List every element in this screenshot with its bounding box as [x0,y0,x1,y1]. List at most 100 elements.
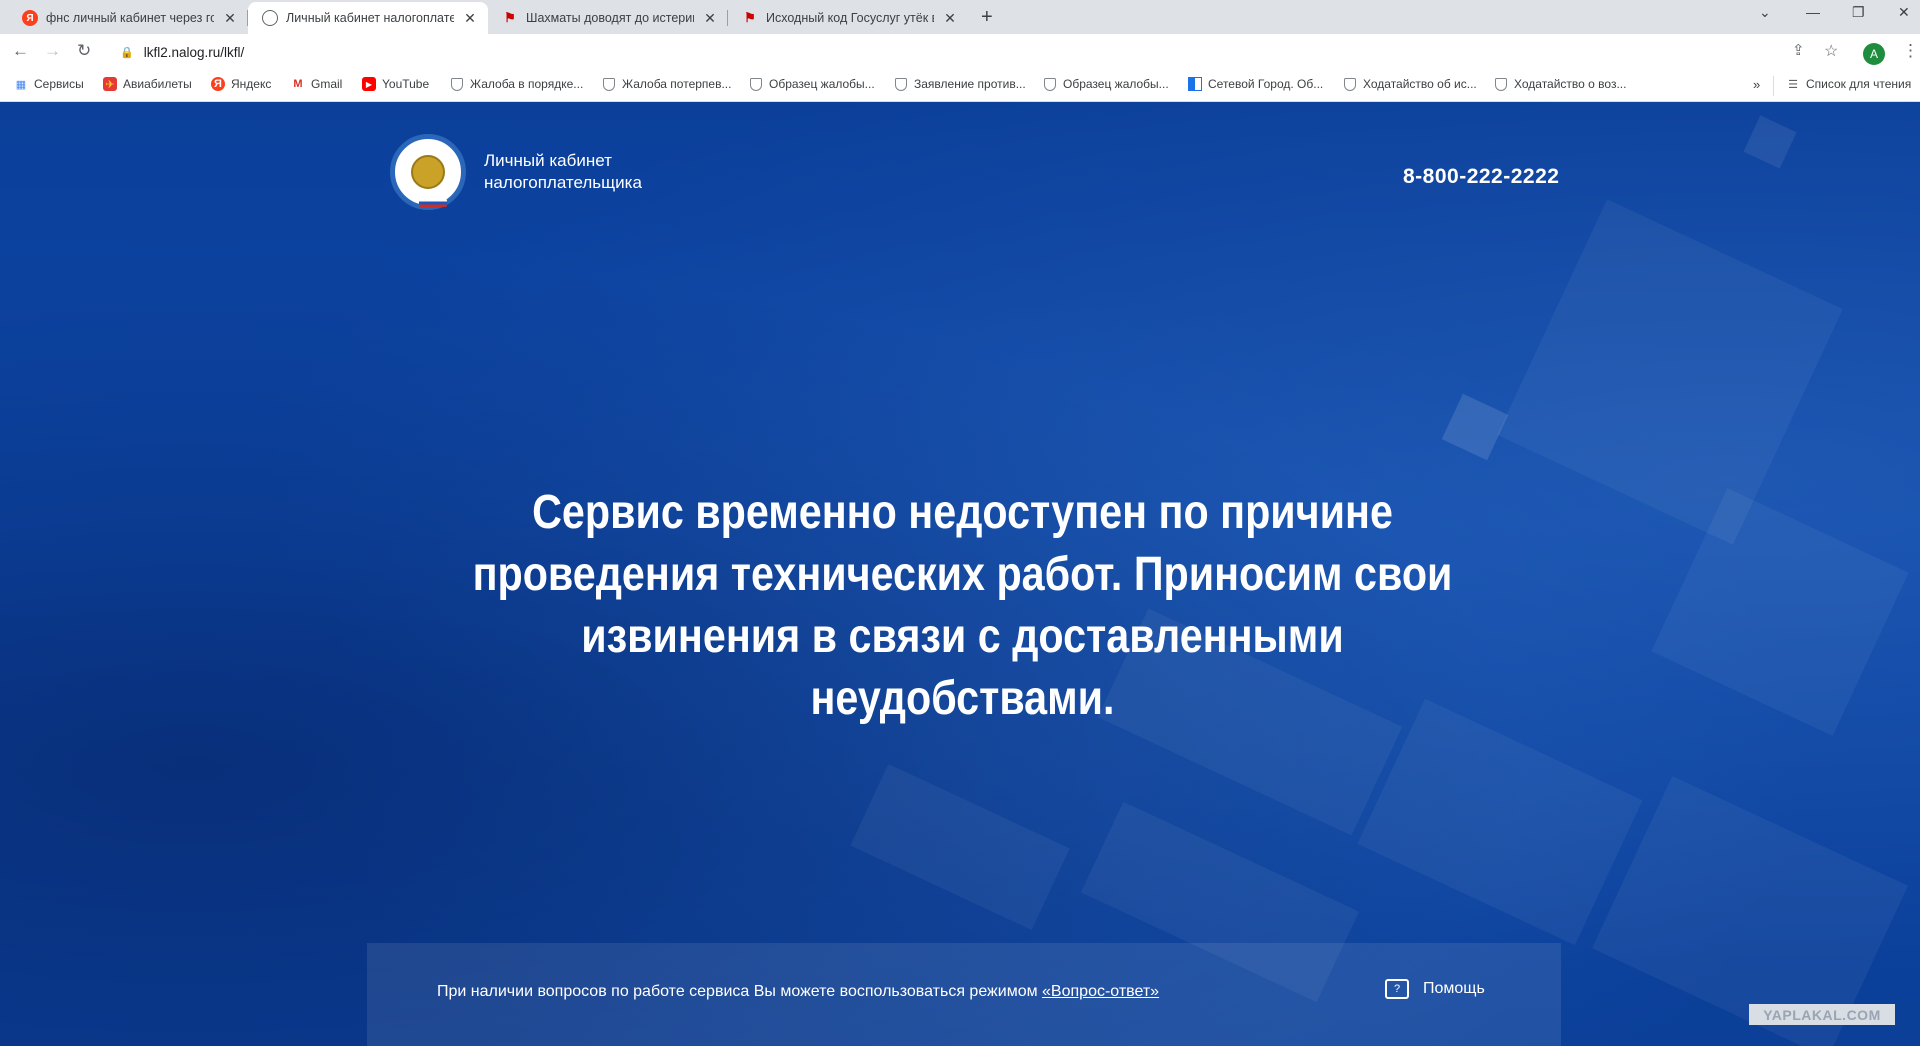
globe-icon [262,10,278,26]
menu-kebab-icon[interactable]: ⋮ [1902,41,1919,61]
close-icon[interactable]: ✕ [942,10,958,27]
tab-search-icon[interactable]: ⌄ [1759,4,1771,21]
bookmark-star-icon[interactable]: ☆ [1824,41,1838,61]
close-icon[interactable]: ✕ [222,10,238,27]
yandex-icon: Я [22,10,38,26]
background-decoration [1357,698,1643,946]
bookmark-youtube[interactable]: ▶ YouTube [362,77,429,91]
help-chat-icon: ? [1385,979,1409,999]
bookmark-label: Жалоба в порядке... [470,77,584,91]
help-button[interactable]: ? Помощь [1385,979,1485,999]
bookmark-label: Ходатайство об ис... [1363,77,1477,91]
more-bookmarks-icon[interactable]: » [1753,77,1760,92]
bookmark-sample-1[interactable]: Образец жалобы... [749,77,875,91]
bookmark-label: Образец жалобы... [1063,77,1169,91]
tab-fns-search[interactable]: Я фнс личный кабинет через госуслуги ✕ [8,2,248,34]
background-decoration [850,763,1070,931]
bookmarks-divider [1773,76,1774,96]
footer-text-body: При наличии вопросов по работе сервиса В… [437,983,1043,1000]
shield-icon [1494,77,1508,91]
new-tab-icon[interactable]: + [981,6,993,29]
bookmark-petition-1[interactable]: Ходатайство об ис... [1343,77,1477,91]
bookmark-services[interactable]: ▦ Сервисы [14,77,84,91]
tickets-icon: ✈ [103,77,117,91]
hotline-phone[interactable]: 8-800-222-2222 [1403,165,1559,189]
tab-nalog-cabinet[interactable]: Личный кабинет налогоплательщика ✕ [248,2,488,34]
browser-toolbar: ← → ↻ 🔒 lkfl2.nalog.ru/lkfl/ ⇪ ☆ A ⋮ [0,34,1920,71]
bookmark-label: YouTube [382,77,430,91]
bookmark-label: Образец жалобы... [769,77,875,91]
bookmarks-bar: ▦ Сервисы ✈ Авиабилеты Я Яндекс M Gmail … [0,70,1920,102]
minimize-icon[interactable]: — [1806,4,1820,20]
help-label: Помощь [1423,980,1485,997]
bookmark-label: Сервисы [34,77,84,91]
fns-emblem-icon [390,134,466,210]
yaplakal-icon: ⚑ [744,10,756,25]
tab-title: фнс личный кабинет через госуслуги [46,11,214,25]
bookmark-statement[interactable]: Заявление против... [894,77,1026,91]
russian-flag-ribbon [419,199,447,207]
restore-icon[interactable]: ❐ [1852,4,1865,21]
youtube-icon: ▶ [362,77,376,91]
bookmark-yandex[interactable]: Я Яндекс [211,77,271,91]
shield-icon [1043,77,1057,91]
shield-icon [450,77,464,91]
reading-list-button[interactable]: ☰ Список для чтения [1786,77,1911,91]
back-icon[interactable]: ← [12,41,29,61]
bookmark-label: Заявление против... [914,77,1026,91]
tab-title: Шахматы доводят до истерики [526,11,694,25]
tab-title: Личный кабинет налогоплательщика [286,11,454,25]
tab-title: Исходный код Госуслуг утёк в сеть [766,11,934,25]
tab-gosuslugi-leak[interactable]: ⚑ Исходный код Госуслуг утёк в сеть ✕ [728,2,968,34]
shield-icon [602,77,616,91]
bookmark-label: Жалоба потерпев... [622,77,732,91]
bookmark-complaint-2[interactable]: Жалоба потерпев... [602,77,731,91]
logo-line-2: налогоплательщика [484,173,642,192]
close-icon[interactable]: ✕ [462,10,478,27]
background-decoration [1743,115,1797,169]
bookmark-label: Сетевой Город. Об... [1208,77,1324,91]
yaplakal-icon: ⚑ [504,10,516,25]
site-logo[interactable]: Личный кабинет налогоплательщика [390,134,642,210]
reading-list-label: Список для чтения [1806,77,1912,91]
eagle-emblem [411,155,445,189]
lock-icon: 🔒 [120,46,134,59]
address-bar[interactable]: 🔒 lkfl2.nalog.ru/lkfl/ [108,38,1788,66]
share-icon[interactable]: ⇪ [1792,41,1805,59]
bookmark-label: Авиабилеты [123,77,192,91]
bookmark-school-network[interactable]: Сетевой Город. Об... [1188,77,1323,91]
background-decoration [1441,393,1509,461]
background-decoration [1497,199,1843,545]
bookmark-label: Ходатайство о воз... [1514,77,1627,91]
profile-avatar[interactable]: A [1863,43,1885,65]
maintenance-message: Сервис временно недоступен по причине пр… [472,486,1453,725]
bookmark-complaint-1[interactable]: Жалоба в порядке... [450,77,583,91]
footer-text: При наличии вопросов по работе сервиса В… [437,983,1159,1001]
background-decoration [1651,488,1909,736]
close-window-icon[interactable]: ✕ [1898,4,1910,21]
apps-grid-icon: ▦ [15,78,27,91]
close-icon[interactable]: ✕ [702,10,718,27]
school-icon [1188,77,1202,91]
shield-icon [749,77,763,91]
bookmark-petition-2[interactable]: Ходатайство о воз... [1494,77,1626,91]
page-content: Личный кабинет налогоплательщика 8-800-2… [0,102,1920,1046]
bookmark-label: Яндекс [231,77,272,91]
shield-icon [1343,77,1357,91]
shield-icon [894,77,908,91]
gmail-icon: M [293,78,303,90]
bookmark-tickets[interactable]: ✈ Авиабилеты [103,77,192,91]
reload-icon[interactable]: ↻ [77,41,91,61]
address-bar-url[interactable]: lkfl2.nalog.ru/lkfl/ [144,45,245,60]
bookmark-sample-2[interactable]: Образец жалобы... [1043,77,1169,91]
bookmark-label: Gmail [311,77,343,91]
browser-tab-strip: Я фнс личный кабинет через госуслуги ✕ Л… [0,0,1920,34]
logo-line-1: Личный кабинет [484,151,612,170]
watermark: YAPLAKAL.COM [1749,1004,1895,1025]
tab-chess[interactable]: ⚑ Шахматы доводят до истерики ✕ [488,2,728,34]
faq-link[interactable]: «Вопрос-ответ» [1042,983,1159,1000]
reading-list-icon: ☰ [1788,78,1798,91]
forward-icon[interactable]: → [44,41,61,61]
bookmark-gmail[interactable]: M Gmail [291,77,342,91]
logo-text: Личный кабинет налогоплательщика [484,150,642,194]
